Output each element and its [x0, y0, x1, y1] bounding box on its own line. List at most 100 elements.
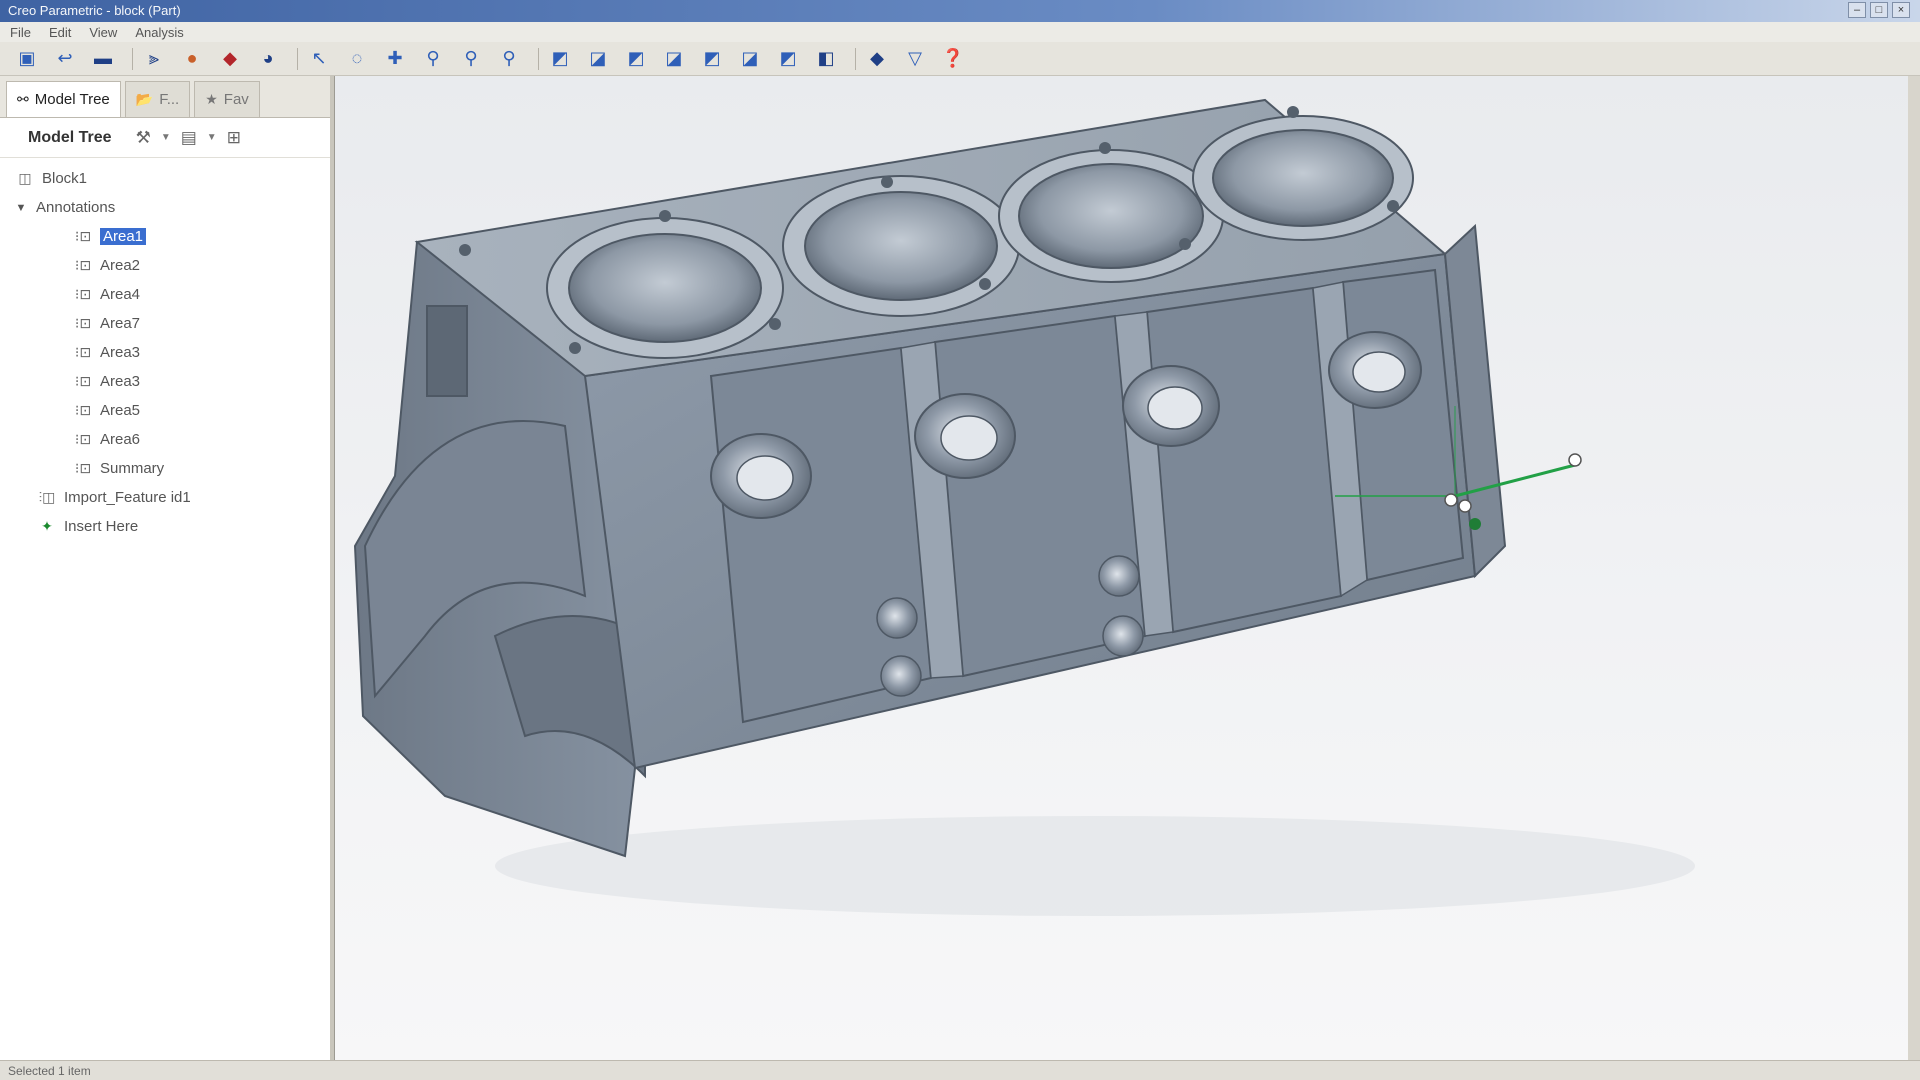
bolt-hole — [979, 278, 991, 290]
window-title: Creo Parametric - block (Part) — [8, 3, 181, 18]
window-controls: – □ × — [1848, 2, 1910, 18]
zoom-out-icon[interactable]: ✚ — [380, 46, 410, 72]
tab-label: Fav — [223, 91, 249, 108]
model-tree-title: Model Tree — [28, 128, 112, 146]
chevron-down-icon[interactable]: ▼ — [161, 132, 171, 143]
viewport-border — [1908, 76, 1920, 1060]
toolbar-separator — [538, 47, 539, 70]
tree-item-label: Block1 — [42, 170, 88, 187]
zoom-in-icon[interactable]: ◌ — [342, 46, 372, 72]
csys-icon[interactable]: ◪ — [659, 46, 689, 72]
tree-item-label: Annotations — [36, 199, 116, 216]
tab-model-tree[interactable]: ⚯ Model Tree — [6, 81, 121, 117]
select-icon[interactable]: ↖ — [304, 46, 334, 72]
status-message: Selected 1 item — [8, 1064, 91, 1078]
tree-item-annotations[interactable]: ▼ Annotations — [0, 193, 330, 222]
tree-item-area[interactable]: ⁝⊡ Area5 — [0, 396, 330, 425]
tree-item-area[interactable]: ⁝⊡ Area4 — [0, 280, 330, 309]
settings-icon[interactable]: ⚒ — [136, 128, 151, 148]
bolt-hole — [1387, 200, 1399, 212]
tree-item-area[interactable]: ⁝⊡ Area3 — [0, 338, 330, 367]
tree-item-label: Area6 — [100, 431, 141, 448]
shading-icon[interactable]: ◕ — [253, 46, 283, 72]
bolt-hole — [459, 244, 471, 256]
chevron-down-icon[interactable]: ▼ — [207, 132, 217, 143]
csys-handle — [1458, 499, 1472, 513]
insert-here-icon: ✦ — [41, 518, 53, 534]
close-button[interactable]: × — [1892, 2, 1910, 18]
bolt-hole — [1179, 238, 1191, 250]
area-icon: ⁝⊡ — [74, 286, 92, 302]
tree-item-import-feature[interactable]: ⫶◫ Import_Feature id1 — [0, 483, 330, 512]
save-icon[interactable]: ▬ — [88, 46, 118, 72]
bolt-hole — [1099, 142, 1111, 154]
new-icon[interactable]: ▣ — [12, 46, 42, 72]
filter-icon[interactable]: ◩ — [773, 46, 803, 72]
tree-item-area[interactable]: ⁝⊡ Area7 — [0, 309, 330, 338]
maximize-button[interactable]: □ — [1870, 2, 1888, 18]
boss-hole — [1352, 351, 1406, 393]
help-icon[interactable]: ◧ — [811, 46, 841, 72]
spin-center-icon[interactable]: ● — [177, 46, 207, 72]
pan-icon[interactable]: ⚲ — [456, 46, 486, 72]
menu-view[interactable]: View — [89, 25, 117, 40]
navigator-panel: ⚯ Model Tree 📂 F... ★ Fav Model Tree ⚒ ▼… — [0, 76, 334, 1060]
engine-block-model[interactable] — [335, 76, 1908, 1060]
appearance-icon[interactable]: ◆ — [862, 46, 892, 72]
whats-this-icon[interactable]: ❓ — [938, 46, 968, 72]
tree-item-area[interactable]: ⁝⊡ Area1 — [0, 222, 330, 251]
cylinder-bore-1 — [568, 233, 762, 343]
datum-points-icon[interactable]: ◩ — [621, 46, 651, 72]
tree-item-summary[interactable]: ⁝⊡ Summary — [0, 454, 330, 483]
bolt-hole — [881, 176, 893, 188]
bolt-hole — [569, 342, 581, 354]
tree-columns-icon[interactable]: ⊞ — [227, 128, 241, 148]
small-boss — [1102, 615, 1144, 657]
orient-icon[interactable]: ◆ — [215, 46, 245, 72]
tree-item-label: Area3 — [100, 373, 141, 390]
boss-hole — [1147, 386, 1203, 430]
area-icon: ⁝⊡ — [74, 373, 92, 389]
datum-planes-icon[interactable]: ◩ — [545, 46, 575, 72]
tree-item-label: Area1 — [100, 228, 147, 245]
tree-item-root[interactable]: ◫ Block1 — [0, 164, 330, 193]
boss-hole — [736, 455, 794, 501]
repaint-icon[interactable]: ⫸ — [139, 46, 169, 72]
tree-item-area[interactable]: ⁝⊡ Area2 — [0, 251, 330, 280]
cylinder-bore-4 — [1212, 129, 1394, 227]
tree-item-area[interactable]: ⁝⊡ Area3 — [0, 367, 330, 396]
toolbar-separator — [297, 47, 298, 70]
tree-item-label: Area4 — [100, 286, 141, 303]
main-toolbar: ▣ ↩ ▬ ⫸ ● ◆ ◕ ↖ ◌ ✚ ⚲ ⚲ ⚲ ◩ ◪ ◩ ◪ ◩ ◪ ◩ … — [0, 42, 1920, 76]
open-icon[interactable]: ↩ — [50, 46, 80, 72]
minimize-button[interactable]: – — [1848, 2, 1866, 18]
annotation-icon[interactable]: ◩ — [697, 46, 727, 72]
menu-analysis[interactable]: Analysis — [135, 25, 183, 40]
tree-item-label: Area2 — [100, 257, 141, 274]
collapse-arrow-icon[interactable]: ▼ — [14, 202, 28, 214]
show-icon[interactable]: ▤ — [181, 128, 197, 148]
tree-item-insert-here[interactable]: ✦ Insert Here — [0, 512, 330, 541]
cylinder-bore-2 — [804, 191, 998, 301]
ground-shadow — [495, 816, 1695, 916]
small-boss — [880, 655, 922, 697]
funnel-icon[interactable]: ▽ — [900, 46, 930, 72]
graphics-window[interactable] — [334, 76, 1908, 1060]
datum-axes-icon[interactable]: ◪ — [583, 46, 613, 72]
tab-folder-browser[interactable]: 📂 F... — [124, 81, 191, 117]
menu-edit[interactable]: Edit — [49, 25, 71, 40]
tree-item-label: Area3 — [100, 344, 141, 361]
bolt-hole — [659, 210, 671, 222]
area-icon: ⁝⊡ — [74, 228, 92, 244]
favorites-icon: ★ — [205, 91, 218, 107]
tab-label: Model Tree — [34, 91, 110, 108]
navigator-tabs: ⚯ Model Tree 📂 F... ★ Fav — [0, 76, 330, 118]
tree-item-area[interactable]: ⁝⊡ Area6 — [0, 425, 330, 454]
refit-icon[interactable]: ⚲ — [418, 46, 448, 72]
bolt-hole — [769, 318, 781, 330]
saved-views-icon[interactable]: ⚲ — [494, 46, 524, 72]
model-tree: ◫ Block1 ▼ Annotations ⁝⊡ Area1 ⁝⊡ Area2… — [0, 158, 330, 541]
layer-icon[interactable]: ◪ — [735, 46, 765, 72]
menu-file[interactable]: File — [10, 25, 31, 40]
tab-favorites[interactable]: ★ Fav — [194, 81, 260, 117]
